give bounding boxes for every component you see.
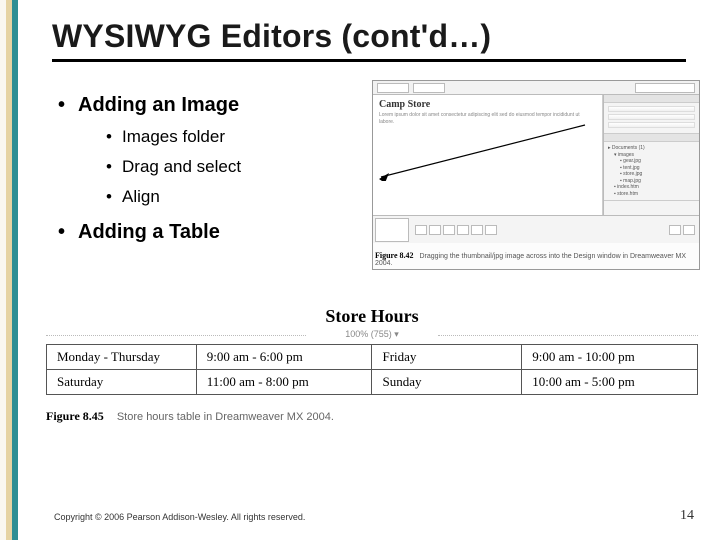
fig-top-caption: Figure 8.42 Dragging the thumbnail/jpg i…	[375, 251, 699, 267]
cell-day: Monday - Thursday	[47, 345, 197, 370]
cell-time: 10:00 am - 5:00 pm	[522, 370, 698, 395]
drag-arrow-icon	[379, 121, 589, 181]
bullet-label: Adding an Image	[78, 94, 239, 116]
fig-top-number: Figure 8.42	[375, 251, 414, 260]
cell-time: 9:00 am - 10:00 pm	[522, 345, 698, 370]
fig-tab	[413, 83, 445, 93]
page-number: 14	[680, 508, 694, 524]
cell-time: 9:00 am - 6:00 pm	[196, 345, 372, 370]
fig-doc-title: Camp Store	[379, 99, 596, 110]
subbullet-drag-select: Drag and select	[106, 157, 362, 177]
table-width-indicator: 100% (755) ▾	[46, 329, 698, 340]
slide-body: WYSIWYG Editors (cont'd…) Adding an Imag…	[18, 0, 720, 540]
bullet-list: Adding an Image Images folder Drag and s…	[52, 80, 362, 270]
content-row: Adding an Image Images folder Drag and s…	[52, 80, 700, 270]
store-hours-title: Store Hours	[46, 306, 698, 327]
fig-side-panels: ▸ Documents (1) ▾ images ▪ gear.jpg ▪ te…	[603, 95, 699, 215]
figure-table-caption: Figure 8.45 Store hours table in Dreamwe…	[46, 409, 720, 424]
cell-day: Sunday	[372, 370, 522, 395]
fig-document-area: Camp Store Lorem ipsum dolor sit amet co…	[373, 95, 603, 215]
figure-number: Figure 8.45	[46, 409, 104, 423]
cell-time: 11:00 am - 8:00 pm	[196, 370, 372, 395]
fig-file-tree: ▸ Documents (1) ▾ images ▪ gear.jpg ▪ te…	[608, 145, 695, 197]
fig-properties-bar	[373, 215, 699, 243]
subbullet-images-folder: Images folder	[106, 127, 362, 147]
bullet-adding-image: Adding an Image Images folder Drag and s…	[58, 94, 362, 207]
slide-title: WYSIWYG Editors (cont'd…)	[52, 18, 686, 55]
subbullet-align: Align	[106, 187, 362, 207]
bullet-adding-table: Adding a Table	[58, 221, 362, 244]
bullet-label: Adding a Table	[78, 221, 220, 243]
figure-dreamweaver-drag: Camp Store Lorem ipsum dolor sit amet co…	[372, 80, 700, 270]
table-row: Monday - Thursday 9:00 am - 6:00 pm Frid…	[47, 345, 698, 370]
cell-day: Friday	[372, 345, 522, 370]
figure-store-hours: Store Hours 100% (755) ▾ Monday - Thursd…	[46, 306, 698, 395]
copyright-footer: Copyright © 2006 Pearson Addison-Wesley.…	[54, 512, 305, 522]
fig-panel-tab	[635, 83, 695, 93]
title-divider: WYSIWYG Editors (cont'd…)	[52, 18, 686, 62]
figure-caption-text: Store hours table in Dreamweaver MX 2004…	[117, 411, 334, 423]
slide-left-accent	[0, 0, 18, 540]
store-hours-table: Monday - Thursday 9:00 am - 6:00 pm Frid…	[46, 344, 698, 395]
fig-thumbnail	[375, 218, 409, 242]
fig-toolbar	[373, 81, 699, 95]
fig-tab	[377, 83, 409, 93]
cell-day: Saturday	[47, 370, 197, 395]
table-row: Saturday 11:00 am - 8:00 pm Sunday 10:00…	[47, 370, 698, 395]
fig-top-caption-text: Dragging the thumbnail/jpg image across …	[375, 253, 686, 267]
